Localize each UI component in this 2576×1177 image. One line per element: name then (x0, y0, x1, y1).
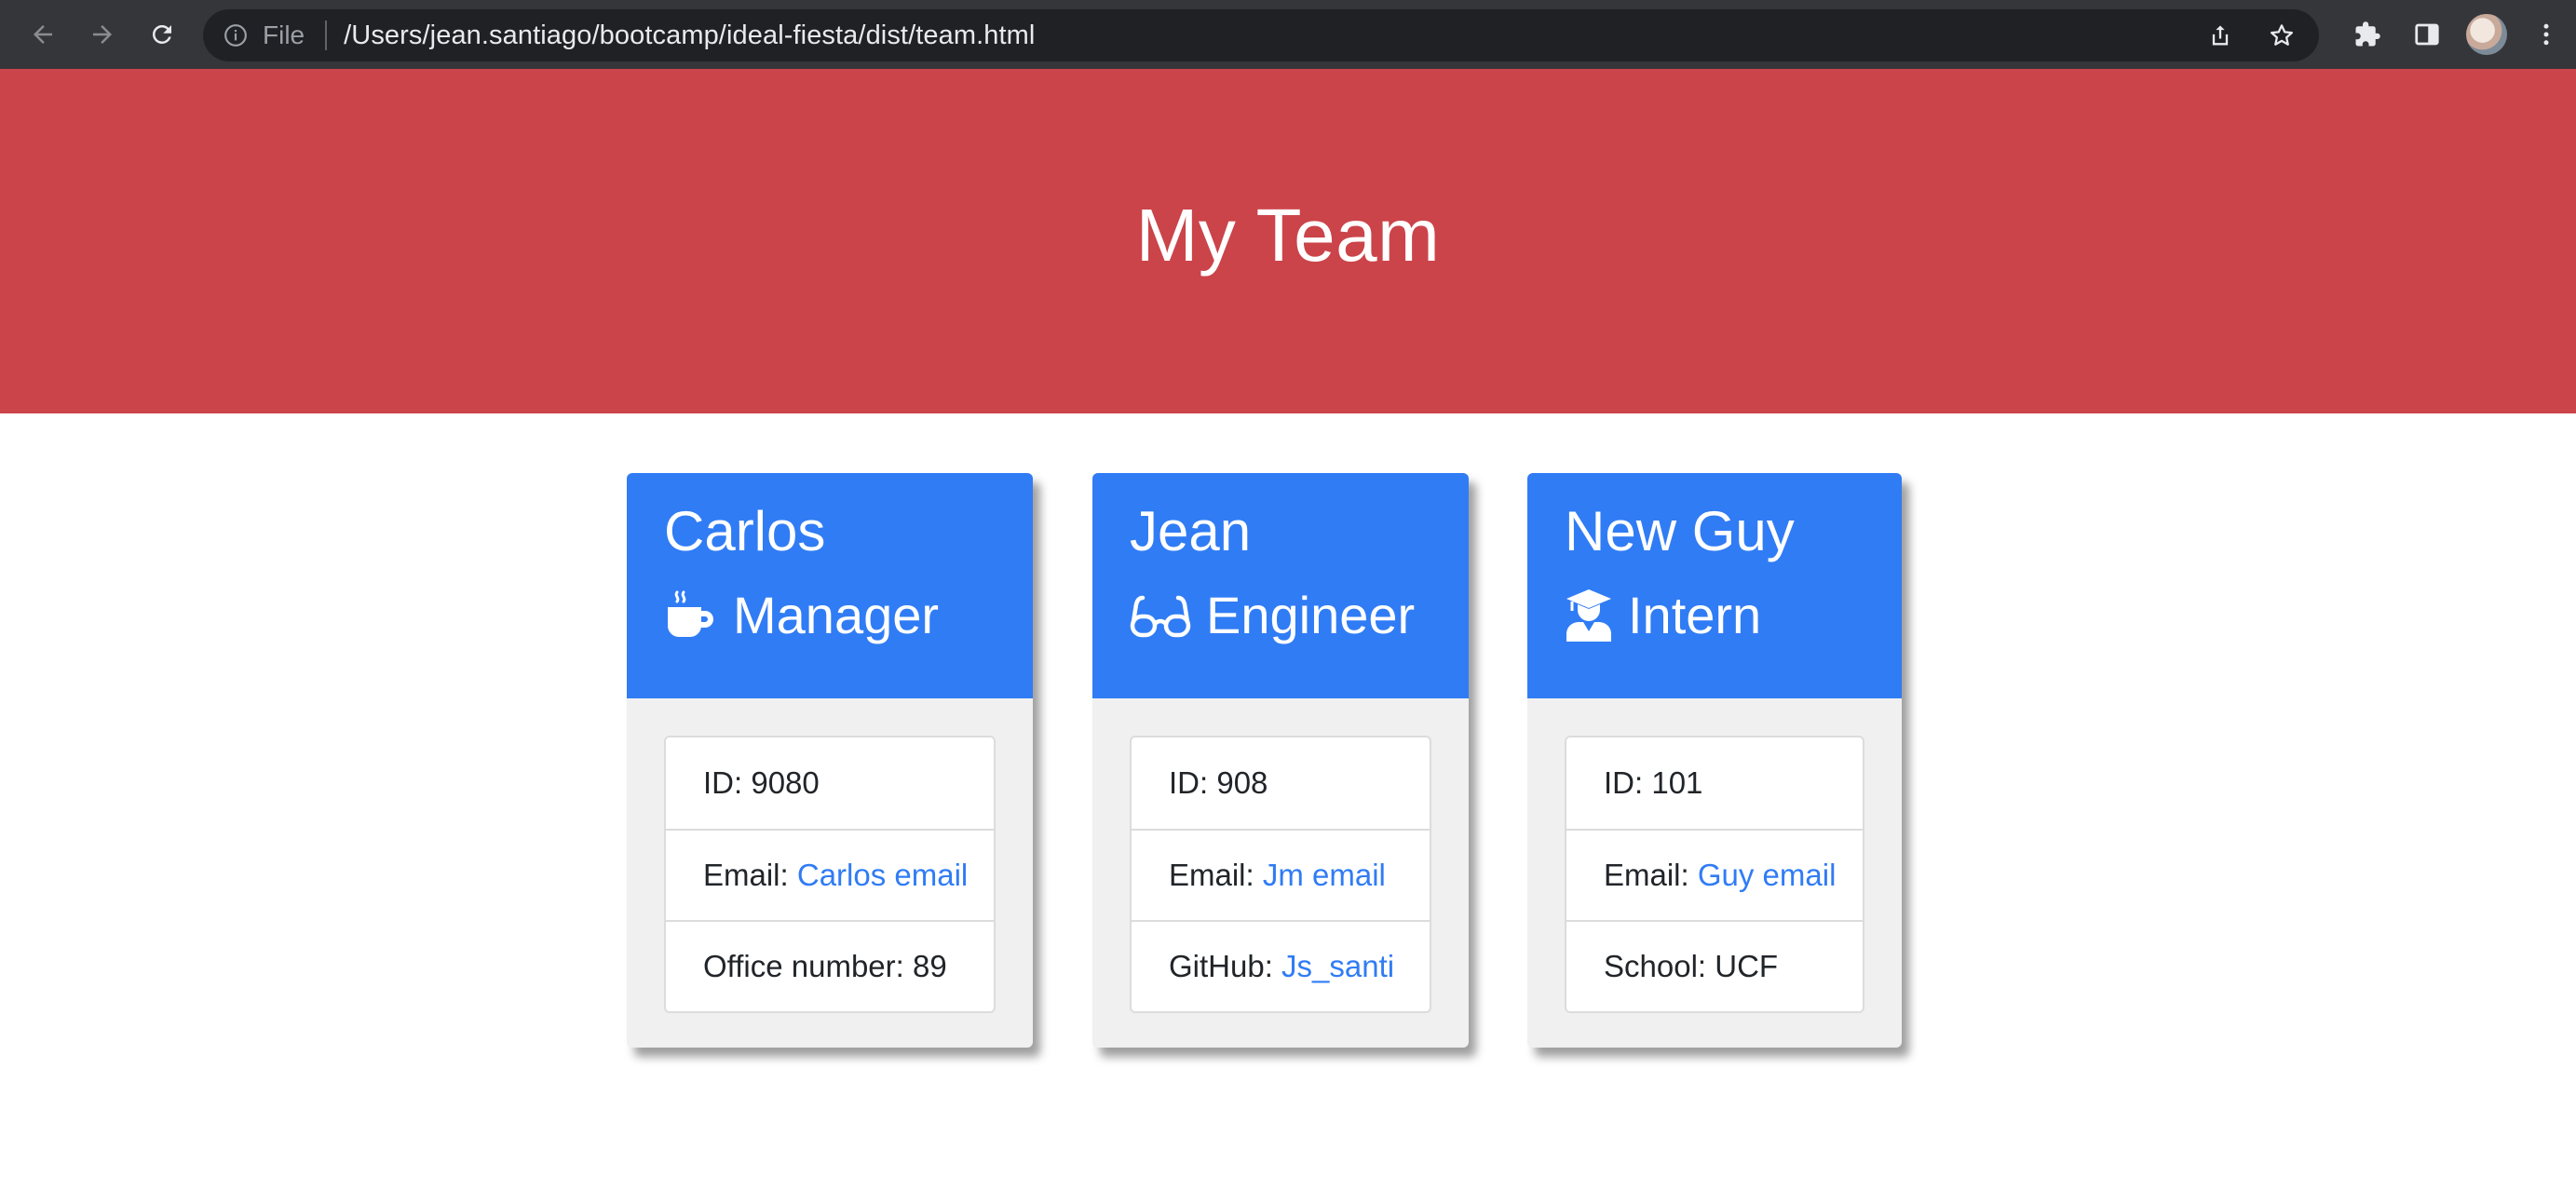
address-divider (325, 20, 328, 50)
email-link[interactable]: Carlos email (797, 858, 968, 893)
share-icon (2212, 25, 2229, 46)
role-label: Intern (1628, 586, 1762, 644)
role-label: Manager (733, 586, 940, 644)
coffee-icon (664, 588, 718, 643)
employee-name: New Guy (1565, 500, 1795, 562)
side-panel-icon (2415, 23, 2439, 46)
puzzle-icon (2355, 21, 2380, 47)
employee-id: ID: 101 (1566, 737, 1863, 829)
school-text: School: UCF (1604, 949, 1779, 983)
email-prefix: Email: (1169, 858, 1263, 892)
office-number-text: Office number: 89 (703, 949, 947, 983)
id-text: ID: 101 (1604, 765, 1703, 800)
more-vert-icon (2543, 23, 2549, 46)
id-text: ID: 9080 (703, 765, 820, 800)
page-title: My Team (1135, 194, 1441, 277)
team-card-engineer: Jean Engineer ID: 908 Email: Jm email Gi… (1092, 473, 1469, 1048)
browser-toolbar: File /Users/jean.santiago/bootcamp/ideal… (0, 0, 2576, 69)
employee-id: ID: 9080 (666, 737, 994, 829)
card-body: ID: 101 Email: Guy email School: UCF (1527, 698, 1902, 1048)
card-header: New Guy Intern (1527, 473, 1902, 698)
forward-button[interactable] (73, 0, 132, 69)
url-text[interactable]: /Users/jean.santiago/bootcamp/ideal-fies… (344, 20, 1035, 51)
employee-name: Carlos (664, 500, 826, 562)
email-prefix: Email: (1604, 858, 1698, 892)
avatar[interactable] (2466, 14, 2507, 55)
employee-role: Engineer (1130, 585, 1469, 646)
employee-email: Email: Carlos email (666, 829, 994, 920)
bookmark-button[interactable] (2263, 17, 2300, 54)
school: School: UCF (1566, 920, 1863, 1011)
github-prefix: GitHub: (1169, 949, 1282, 983)
info-list: ID: 908 Email: Jm email GitHub: Js_santi (1130, 736, 1431, 1013)
menu-button[interactable] (2516, 0, 2576, 69)
info-list: ID: 9080 Email: Carlos email Office numb… (664, 736, 996, 1013)
page-content: My Team Carlos Manager ID: 9080 Email: C… (0, 69, 2576, 1177)
card-body: ID: 908 Email: Jm email GitHub: Js_santi (1092, 698, 1469, 1048)
employee-id: ID: 908 (1132, 737, 1430, 829)
back-button[interactable] (13, 0, 73, 69)
role-label: Engineer (1206, 586, 1416, 644)
email-link[interactable]: Guy email (1698, 858, 1837, 893)
extensions-button[interactable] (2338, 0, 2397, 69)
site-info[interactable]: File (224, 20, 305, 50)
glasses-icon (1130, 588, 1191, 643)
reload-icon (152, 24, 171, 44)
reload-button[interactable] (132, 0, 192, 69)
github: GitHub: Js_santi (1132, 920, 1430, 1011)
side-panel-button[interactable] (2397, 0, 2457, 69)
office-number: Office number: 89 (666, 920, 994, 1011)
header-banner: My Team (0, 69, 2576, 413)
card-header: Carlos Manager (627, 473, 1033, 698)
email-link[interactable]: Jm email (1263, 858, 1386, 893)
file-label: File (263, 20, 305, 49)
arrow-right-icon (93, 25, 112, 44)
info-list: ID: 101 Email: Guy email School: UCF (1565, 736, 1864, 1013)
employee-role: Manager (664, 585, 1033, 646)
info-icon (224, 24, 247, 47)
profile-button[interactable] (2457, 0, 2516, 69)
employee-email: Email: Jm email (1132, 829, 1430, 920)
arrow-left-icon (34, 25, 52, 44)
id-text: ID: 908 (1169, 765, 1268, 800)
star-icon (2271, 24, 2293, 46)
employee-role: Intern (1565, 585, 1902, 646)
email-prefix: Email: (703, 858, 797, 892)
card-body: ID: 9080 Email: Carlos email Office numb… (627, 698, 1033, 1048)
github-link[interactable]: Js_santi (1281, 949, 1394, 984)
team-card-manager: Carlos Manager ID: 9080 Email: Carlos em… (627, 473, 1033, 1048)
address-bar[interactable]: File /Users/jean.santiago/bootcamp/ideal… (203, 9, 2319, 61)
employee-email: Email: Guy email (1566, 829, 1863, 920)
employee-name: Jean (1130, 500, 1252, 562)
share-button[interactable] (2202, 17, 2239, 54)
card-header: Jean Engineer (1092, 473, 1469, 698)
team-card-intern: New Guy Intern ID: 101 Email: Guy email … (1527, 473, 1902, 1048)
graduate-icon (1565, 588, 1613, 643)
